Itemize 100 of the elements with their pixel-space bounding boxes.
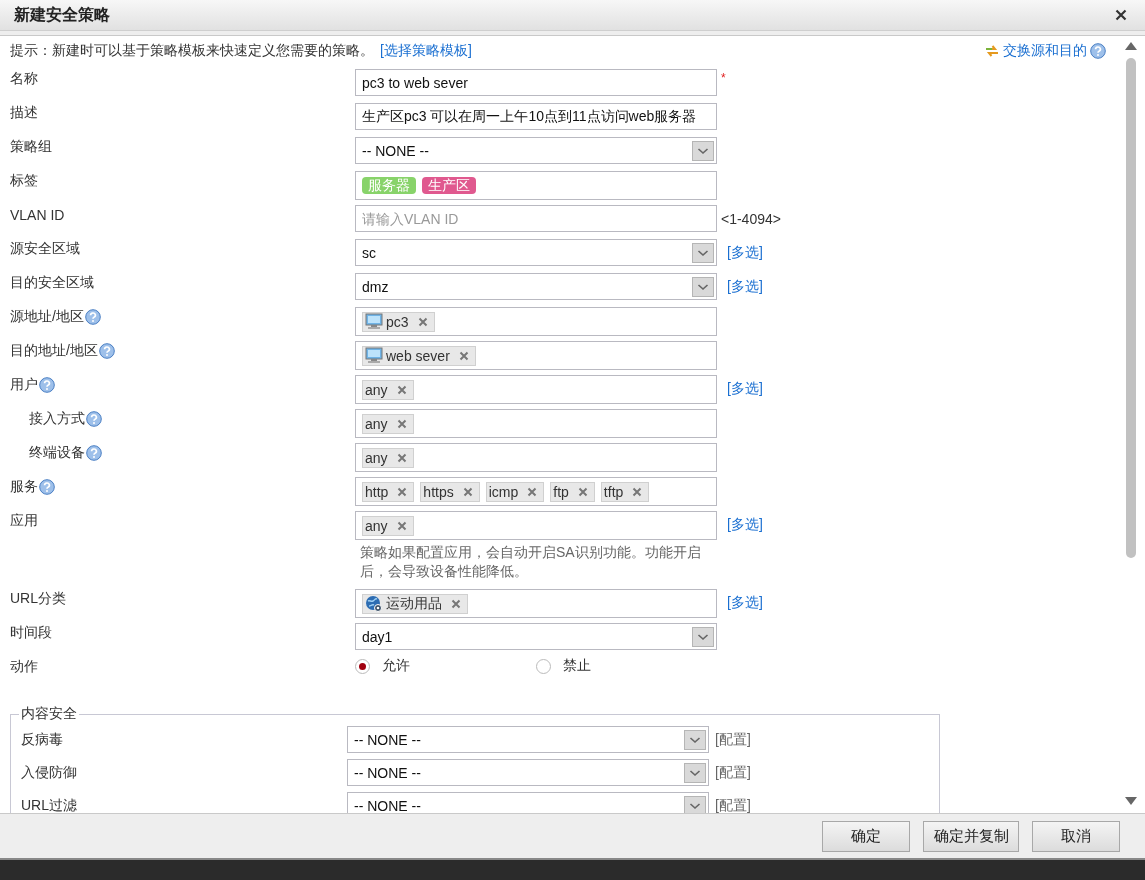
token-field[interactable]: web sever <box>355 341 717 370</box>
info-note: 策略如果配置应用，会自动开启SA识别功能。功能开启后，会导致设备性能降低。 <box>360 543 702 581</box>
remove-icon <box>397 486 408 497</box>
dropdown[interactable]: day1 <box>355 623 717 650</box>
globe-icon <box>365 594 383 613</box>
token-field[interactable]: http https icmp ftp tftp <box>355 477 717 506</box>
text-field[interactable]: 生产区pc3 可以在周一上午10点到11点访问web服务器 <box>355 103 717 130</box>
field-label: 描述 <box>10 104 38 122</box>
remove-icon <box>632 486 643 497</box>
dialog-button[interactable]: 取消 <box>1032 820 1120 852</box>
close-icon[interactable] <box>1115 9 1127 21</box>
token-field[interactable]: pc3 <box>355 307 717 336</box>
dropdown[interactable]: -- NONE -- <box>355 137 717 164</box>
field-label: 用户 <box>10 376 38 394</box>
token-text: any <box>365 449 388 466</box>
field-label: URL过滤 <box>21 796 78 813</box>
remove-icon <box>396 384 407 395</box>
field-label: 入侵防御 <box>21 763 78 782</box>
scroll-down-icon[interactable] <box>1125 797 1137 805</box>
remove-icon <box>458 350 469 361</box>
field-label: 目的安全区域 <box>10 274 94 292</box>
remove-icon <box>462 486 473 497</box>
token-field[interactable]: any <box>355 409 717 438</box>
multi-select-link[interactable]: [多选] <box>727 243 763 262</box>
token-field[interactable]: any <box>355 511 717 540</box>
remove-icon <box>577 486 588 497</box>
token-field[interactable]: any <box>355 375 717 404</box>
token-text: http <box>365 483 389 500</box>
token-field[interactable]: any <box>355 443 717 472</box>
field-label: 目的地址/地区 <box>10 342 98 360</box>
token-text: any <box>365 415 388 432</box>
field-label: 源安全区域 <box>10 240 80 258</box>
dropdown-caret-icon <box>692 242 714 263</box>
multi-select-link[interactable]: [多选] <box>727 515 763 534</box>
remove-icon <box>396 418 407 429</box>
radio-button[interactable] <box>536 658 551 674</box>
remove-icon <box>417 316 428 327</box>
remove-icon <box>527 486 538 497</box>
section-title: 内容安全 <box>20 705 78 723</box>
dropdown-caret-icon <box>684 762 706 783</box>
template-link[interactable]: [选择策略模板] <box>380 42 472 60</box>
dropdown-caret-icon <box>684 729 706 750</box>
dropdown[interactable]: -- NONE -- <box>347 792 709 813</box>
field-label: 应用 <box>10 512 38 530</box>
configure-link[interactable]: [配置] <box>715 730 751 749</box>
field-label: 时间段 <box>10 624 52 642</box>
swap-link[interactable]: 交换源和目的 <box>1003 42 1087 60</box>
configure-link[interactable]: [配置] <box>715 763 751 782</box>
remove-icon <box>451 598 461 609</box>
dialog-title: 新建安全策略 <box>14 4 110 25</box>
dropdown-caret-icon <box>692 140 714 161</box>
field-label: 策略组 <box>10 138 52 156</box>
multi-select-link[interactable]: [多选] <box>727 379 763 398</box>
radio-button[interactable] <box>355 658 370 674</box>
scrollbar-thumb[interactable] <box>1126 58 1136 558</box>
field-label: VLAN ID <box>10 207 65 223</box>
swap-arrows-icon <box>984 43 1000 59</box>
tag: 服务器 <box>362 177 416 194</box>
field-label: 接入方式 <box>29 410 85 428</box>
token-text: pc3 <box>386 313 409 330</box>
field-label: 标签 <box>10 172 38 190</box>
required-mark: * <box>721 71 726 85</box>
hint-text: 提示：新建时可以基于策略模板来快速定义您需要的策略。 <box>10 42 374 60</box>
dropdown[interactable]: dmz <box>355 273 717 300</box>
dialog-button[interactable]: 确定 <box>822 820 910 852</box>
tag-field[interactable]: 服务器 生产区 <box>355 171 717 200</box>
range-hint: <1-4094> <box>721 210 781 227</box>
multi-select-link[interactable]: [多选] <box>727 593 763 612</box>
token-field[interactable]: 运动用品 <box>355 589 717 618</box>
dialog-button[interactable]: 确定并复制 <box>923 820 1019 852</box>
token-text: any <box>365 381 388 398</box>
dropdown[interactable]: -- NONE -- <box>347 726 709 753</box>
field-label: 终端设备 <box>29 444 85 462</box>
token-text: icmp <box>488 483 519 500</box>
field-label: 反病毒 <box>21 730 64 749</box>
field-label: 服务 <box>10 478 38 496</box>
token-text: https <box>423 483 454 500</box>
dropdown-caret-icon <box>684 795 706 813</box>
dropdown-caret-icon <box>692 626 714 647</box>
token-text: tftp <box>603 483 624 500</box>
token-text: any <box>365 517 388 534</box>
field-label: 名称 <box>10 70 38 88</box>
remove-icon <box>396 452 407 463</box>
dropdown[interactable]: -- NONE -- <box>347 759 709 786</box>
scroll-up-icon[interactable] <box>1125 42 1137 50</box>
token-text: ftp <box>553 483 569 500</box>
remove-icon <box>396 520 407 531</box>
field-label: URL分类 <box>10 590 66 608</box>
token-text: 运动用品 <box>386 594 442 613</box>
field-label: 源地址/地区 <box>10 308 84 326</box>
computer-icon <box>365 313 383 330</box>
radio-label: 允许 <box>382 657 410 675</box>
multi-select-link[interactable]: [多选] <box>727 277 763 296</box>
dropdown-caret-icon <box>692 276 714 297</box>
text-field[interactable]: 请输入VLAN ID <box>355 205 717 232</box>
text-field[interactable]: pc3 to web sever <box>355 69 717 96</box>
configure-link[interactable]: [配置] <box>715 796 751 813</box>
dropdown[interactable]: sc <box>355 239 717 266</box>
tag: 生产区 <box>422 177 476 194</box>
token-text: web sever <box>386 347 450 364</box>
